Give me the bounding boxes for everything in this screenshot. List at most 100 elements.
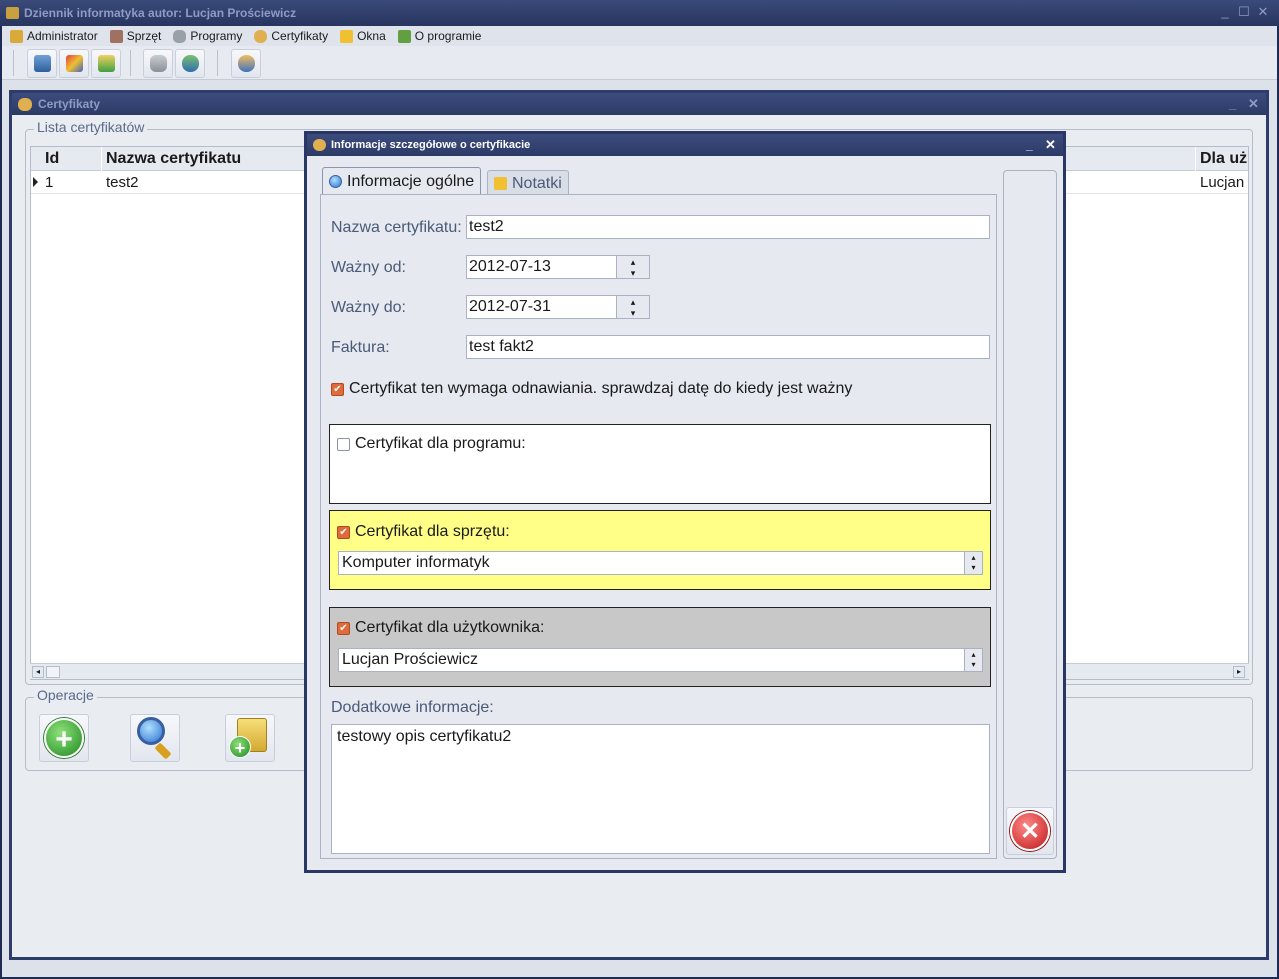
scroll-left-arrow[interactable]: ◂: [32, 666, 44, 678]
lock-icon: [10, 29, 23, 43]
renew-label: Certyfikat ten wymaga odnawiania. sprawd…: [349, 380, 853, 397]
cancel-icon: ✕: [1010, 811, 1050, 851]
certificate-details-dialog: Informacje szczegółowe o certyfikacie _ …: [304, 131, 1066, 873]
toolbar-separator: [130, 50, 131, 76]
cell-id: 1: [45, 174, 54, 191]
renew-checkbox[interactable]: ✔: [331, 382, 344, 396]
program-checkbox-row[interactable]: Certyfikat dla programu:: [337, 435, 526, 453]
certificates-window-title-bar: Certyfikaty _ ✕: [12, 93, 1266, 115]
app-icon: [6, 7, 19, 19]
row-indicator-icon: [33, 177, 38, 187]
add-icon: +: [44, 718, 84, 758]
menu-bar: Administrator Sprzęt Programy Certyfikat…: [2, 26, 1277, 46]
user-select[interactable]: Lucjan Prościewicz ▴ ▾: [338, 648, 983, 672]
cancel-button[interactable]: ✕: [1006, 807, 1054, 855]
operations-legend: Operacje: [34, 687, 97, 703]
database-icon: [173, 29, 187, 43]
extra-info-textarea[interactable]: testowy opis certyfikatu2: [331, 724, 990, 854]
menu-programy[interactable]: Programy: [173, 29, 242, 43]
maximize-button[interactable]: ☐: [1237, 5, 1251, 19]
user-checkbox[interactable]: ✔: [337, 621, 350, 635]
toolbar-separator: [217, 50, 218, 76]
cell-user: Lucjan: [1200, 174, 1245, 191]
hardware-panel: ✔ Certyfikat dla sprzętu: Komputer infor…: [329, 510, 991, 590]
tab-informacje-ogolne[interactable]: Informacje ogólne: [322, 167, 482, 195]
valid-from-spinner[interactable]: ▴ ▾: [617, 255, 650, 279]
name-input[interactable]: test2: [466, 215, 990, 239]
extra-info-label: Dodatkowe informacje:: [331, 699, 494, 716]
add-certificate-icon: +: [229, 716, 271, 760]
tab-notatki[interactable]: Notatki: [487, 170, 569, 196]
dialog-minimize-button[interactable]: _: [1026, 134, 1033, 156]
add-certificate-button[interactable]: +: [39, 714, 89, 762]
dialog-title: Informacje szczegółowe o certyfikacie: [331, 139, 531, 151]
add-document-button[interactable]: +: [225, 714, 275, 762]
hardware-checkbox[interactable]: ✔: [337, 525, 350, 539]
notes-icon: [494, 177, 507, 190]
toolbar-certificate-button[interactable]: [91, 49, 121, 78]
close-button[interactable]: ✕: [1256, 5, 1270, 19]
menu-administrator[interactable]: Administrator: [10, 29, 98, 43]
toolbar-computer-button[interactable]: [27, 49, 57, 78]
certificates-list-legend: Lista certyfikatów: [34, 119, 148, 135]
refresh-icon: [181, 55, 199, 72]
toolbar-separator: [13, 50, 14, 76]
hardware-select-arrow[interactable]: ▴ ▾: [964, 552, 982, 574]
hardware-checkbox-row[interactable]: ✔ Certyfikat dla sprzętu:: [337, 523, 510, 541]
program-checkbox[interactable]: [337, 437, 350, 451]
user-select-value: Lucjan Prościewicz: [342, 651, 479, 668]
user-panel: ✔ Certyfikat dla użytkownika: Lucjan Pro…: [329, 607, 991, 687]
app-title-bar: Dziennik informatyka autor: Lucjan Prośc…: [0, 0, 1279, 26]
search-icon: [329, 175, 342, 188]
users-icon: [313, 139, 326, 151]
toolbar-refresh-button[interactable]: [175, 49, 205, 78]
user-select-arrow[interactable]: ▴ ▾: [964, 649, 982, 671]
child-close-button[interactable]: ✕: [1248, 93, 1259, 115]
users-icon: [18, 98, 32, 111]
search-icon: [135, 717, 175, 760]
valid-to-input[interactable]: 2012-07-31: [466, 295, 617, 319]
valid-from-label: Ważny od:: [331, 259, 406, 276]
invoice-label: Faktura:: [331, 339, 390, 356]
valid-to-label: Ważny do:: [331, 299, 406, 316]
menu-certyfikaty[interactable]: Certyfikaty: [254, 29, 328, 43]
toolbar-cube-button[interactable]: [59, 49, 89, 78]
child-minimize-button[interactable]: _: [1229, 93, 1236, 115]
cell-name: test2: [106, 174, 139, 191]
toolbar-users-button[interactable]: [231, 49, 261, 78]
toolbar-database-button[interactable]: [143, 49, 173, 78]
program-panel: Certyfikat dla programu:: [329, 424, 991, 504]
dialog-title-bar: Informacje szczegółowe o certyfikacie _ …: [307, 134, 1063, 156]
search-certificate-button[interactable]: [130, 714, 180, 762]
hardware-select-value: Komputer informatyk: [342, 554, 490, 571]
tools-icon: [109, 29, 123, 43]
hardware-label: Certyfikat dla sprzętu:: [355, 523, 510, 540]
menu-sprzet[interactable]: Sprzęt: [109, 29, 161, 43]
minimize-button[interactable]: _: [1218, 5, 1232, 19]
scroll-thumb[interactable]: [46, 666, 60, 678]
menu-o-programie[interactable]: O programie: [397, 29, 481, 43]
renew-checkbox-row[interactable]: ✔ Certyfikat ten wymaga odnawiania. spra…: [331, 380, 852, 398]
computer-icon: [33, 55, 51, 72]
windows-icon: [340, 29, 354, 43]
column-header-indicator: [31, 147, 41, 171]
column-header-user[interactable]: Dla uż: [1196, 147, 1248, 171]
valid-from-input[interactable]: 2012-07-13: [466, 255, 617, 279]
tab-panel-general: Nazwa certyfikatu: test2 Ważny od: 2012-…: [320, 194, 997, 859]
app-title: Dziennik informatyka autor: Lucjan Prośc…: [24, 6, 297, 20]
valid-to-spinner[interactable]: ▴ ▾: [617, 295, 650, 319]
database-icon: [149, 55, 167, 72]
users-icon: [237, 55, 255, 72]
dialog-close-button[interactable]: ✕: [1045, 134, 1056, 156]
cube-icon: [65, 55, 83, 72]
invoice-input[interactable]: test fakt2: [466, 335, 990, 359]
scroll-right-arrow[interactable]: ▸: [1233, 666, 1245, 678]
user-checkbox-row[interactable]: ✔ Certyfikat dla użytkownika:: [337, 619, 544, 637]
hardware-select[interactable]: Komputer informatyk ▴ ▾: [338, 551, 983, 575]
menu-okna[interactable]: Okna: [340, 29, 386, 43]
user-label: Certyfikat dla użytkownika:: [355, 619, 545, 636]
name-label: Nazwa certyfikatu:: [331, 219, 462, 236]
users-icon: [254, 29, 268, 43]
column-header-id[interactable]: Id: [41, 147, 101, 171]
info-icon: [397, 29, 411, 43]
